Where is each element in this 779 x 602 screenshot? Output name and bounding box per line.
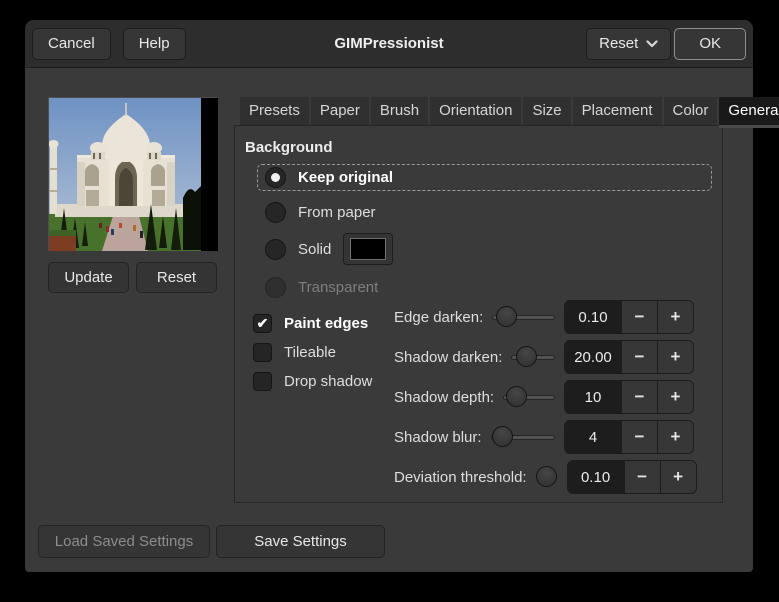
radio-keep-original[interactable]: Keep original [257, 164, 712, 191]
tab-size[interactable]: Size [523, 97, 571, 125]
ok-button[interactable]: OK [674, 27, 746, 60]
slider-knob[interactable] [506, 386, 528, 407]
minus-icon[interactable]: − [621, 421, 657, 453]
dialog-body: Update Reset Presets Paper Brush Orienta… [25, 68, 779, 572]
gimpressionist-dialog: Cancel Help GIMPressionist Reset OK Upda… [25, 20, 779, 572]
deviation-threshold-spinbutton: 0.10 − + [566, 460, 697, 494]
shadow-darken-row: Shadow darken: 20.00 − + [394, 340, 694, 374]
radio-label: Transparent [298, 278, 379, 296]
plus-icon[interactable]: + [657, 381, 693, 413]
deviation-threshold-row: Deviation threshold: 0.10 − + [394, 460, 697, 494]
minus-icon[interactable]: − [621, 301, 657, 333]
plus-icon[interactable]: + [657, 421, 693, 453]
plus-icon[interactable]: + [659, 461, 696, 493]
tab-color[interactable]: Color [663, 97, 718, 125]
edge-darken-value[interactable]: 0.10 [565, 301, 621, 333]
deviation-threshold-slider[interactable] [535, 466, 558, 488]
shadow-darken-value[interactable]: 20.00 [565, 341, 621, 373]
header-right-group: Reset OK [586, 27, 746, 60]
radio-button-icon[interactable] [265, 238, 286, 260]
tab-presets[interactable]: Presets [240, 97, 309, 125]
checkbox-icon[interactable] [253, 371, 272, 391]
slider-knob[interactable] [535, 466, 557, 487]
edge-darken-label: Edge darken: [394, 308, 484, 326]
edge-darken-slider[interactable] [492, 306, 555, 328]
solid-color-swatch [350, 238, 387, 260]
shadow-blur-label: Shadow blur: [394, 428, 482, 446]
tab-paper[interactable]: Paper [310, 97, 369, 125]
tab-general[interactable]: General [719, 97, 779, 128]
shadow-depth-label: Shadow depth: [394, 388, 495, 406]
checkbox-label: Tileable [284, 343, 336, 361]
save-settings-button[interactable]: Save Settings [216, 525, 385, 558]
slider-knob[interactable] [492, 426, 514, 447]
solid-color-button[interactable] [343, 233, 394, 265]
deviation-threshold-value[interactable]: 0.10 [567, 461, 624, 493]
radio-transparent: Transparent [265, 275, 712, 299]
radio-label: From paper [298, 203, 376, 221]
load-saved-settings-button: Load Saved Settings [38, 525, 210, 558]
plus-icon[interactable]: + [657, 341, 693, 373]
preview-image [48, 97, 218, 251]
radio-from-paper[interactable]: From paper [265, 200, 712, 224]
radio-button-icon[interactable] [265, 201, 286, 223]
shadow-darken-label: Shadow darken: [394, 348, 503, 366]
shadow-depth-value[interactable]: 10 [565, 381, 621, 413]
header-bar: Cancel Help GIMPressionist Reset OK [25, 20, 753, 68]
tab-placement[interactable]: Placement [572, 97, 662, 125]
minus-icon[interactable]: − [621, 341, 657, 373]
checkbox-icon[interactable] [253, 342, 272, 362]
radio-solid[interactable]: Solid [265, 232, 712, 266]
shadow-darken-slider[interactable] [511, 346, 555, 368]
update-preview-button[interactable]: Update [48, 262, 129, 293]
slider-knob[interactable] [515, 346, 537, 367]
reset-menu-button[interactable]: Reset [586, 27, 672, 60]
radio-button-icon[interactable] [265, 167, 286, 188]
tab-orientation[interactable]: Orientation [430, 97, 522, 125]
radio-label: Keep original [298, 169, 394, 186]
shadow-blur-spinbutton: 4 − + [564, 420, 694, 454]
shadow-depth-spinbutton: 10 − + [564, 380, 694, 414]
deviation-threshold-label: Deviation threshold: [394, 468, 527, 486]
shadow-depth-slider[interactable] [503, 386, 555, 408]
reset-menu-label: Reset [599, 35, 639, 52]
help-button[interactable]: Help [122, 27, 186, 60]
shadow-blur-row: Shadow blur: 4 − + [394, 420, 694, 454]
minus-icon[interactable]: − [621, 381, 657, 413]
slider-knob[interactable] [496, 306, 518, 327]
cancel-button[interactable]: Cancel [32, 27, 111, 60]
radio-button-icon [265, 276, 286, 298]
checkbox-label: Drop shadow [284, 372, 373, 390]
minus-icon[interactable]: − [623, 461, 660, 493]
plus-icon[interactable]: + [657, 301, 693, 333]
preview-button-row: Update Reset [48, 262, 217, 293]
background-heading: Background [245, 139, 333, 156]
shadow-blur-value[interactable]: 4 [565, 421, 621, 453]
shadow-darken-spinbutton: 20.00 − + [564, 340, 694, 374]
parameter-sliders: Edge darken: 0.10 − + Shadow darken: 20.… [394, 300, 697, 500]
tab-bar: Presets Paper Brush Orientation Size Pla… [234, 97, 779, 128]
settings-notebook: Presets Paper Brush Orientation Size Pla… [234, 97, 779, 503]
footer-button-row: Load Saved Settings Save Settings [38, 525, 385, 558]
checkbox-icon[interactable]: ✔ [253, 313, 272, 333]
chevron-down-icon [646, 39, 658, 47]
radio-label: Solid [298, 240, 332, 258]
checkbox-label: Paint edges [284, 314, 369, 332]
general-tab-panel: Background Keep original From paper Soli… [234, 125, 723, 503]
taj-mahal-photo [49, 98, 218, 251]
edge-darken-spinbutton: 0.10 − + [564, 300, 694, 334]
shadow-blur-slider[interactable] [490, 426, 555, 448]
edge-darken-row: Edge darken: 0.10 − + [394, 300, 694, 334]
shadow-depth-row: Shadow depth: 10 − + [394, 380, 694, 414]
tab-brush[interactable]: Brush [370, 97, 429, 125]
reset-preview-button[interactable]: Reset [136, 262, 217, 293]
